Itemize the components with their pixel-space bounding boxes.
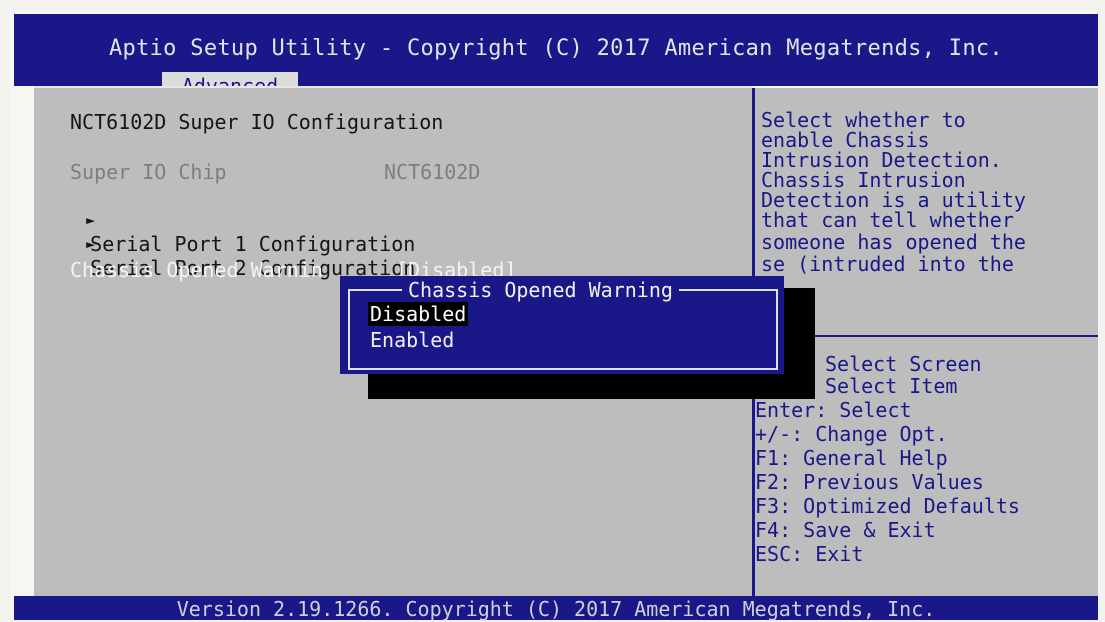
super-io-chip-label: Super IO Chip: [70, 160, 227, 184]
chassis-warning-popup[interactable]: Chassis Opened Warning Disabled Enabled: [340, 276, 784, 374]
popup-shadow: [368, 373, 786, 399]
option-enabled[interactable]: Enabled: [368, 328, 456, 352]
help-line: se (intruded into the: [761, 252, 1014, 276]
key-hint-select-screen: Select Screen: [825, 352, 982, 376]
key-hint-esc: ESC: Exit: [755, 542, 864, 566]
submenu-arrow-icon: ►: [86, 235, 96, 253]
key-hint-f3: F3: Optimized Defaults: [755, 494, 1020, 518]
popup-shadow: [783, 288, 815, 399]
super-io-chip-value: NCT6102D: [384, 160, 481, 184]
footer-version: Version 2.19.1266. Copyright (C) 2017 Am…: [14, 596, 1098, 621]
chassis-warning-label[interactable]: Chassis Opened Warnin: [70, 258, 323, 282]
key-hint-change-opt: +/-: Change Opt.: [755, 422, 948, 446]
key-hint-enter: Enter: Select: [755, 398, 912, 422]
option-disabled[interactable]: Disabled: [368, 302, 469, 326]
section-title: NCT6102D Super IO Configuration: [70, 110, 444, 134]
app-title: Aptio Setup Utility - Copyright (C) 2017…: [109, 36, 1003, 61]
popup-title: Chassis Opened Warning: [402, 278, 679, 302]
header-bar: Aptio Setup Utility - Copyright (C) 2017…: [14, 14, 1098, 100]
help-line: that can tell whether: [761, 208, 1014, 232]
key-hint-f4: F4: Save & Exit: [755, 518, 936, 542]
key-hint-f1: F1: General Help: [755, 446, 948, 470]
help-line: someone has opened the: [761, 230, 1026, 254]
key-hint-select-item: Select Item: [825, 374, 958, 398]
key-hint-f2: F2: Previous Values: [755, 470, 984, 494]
